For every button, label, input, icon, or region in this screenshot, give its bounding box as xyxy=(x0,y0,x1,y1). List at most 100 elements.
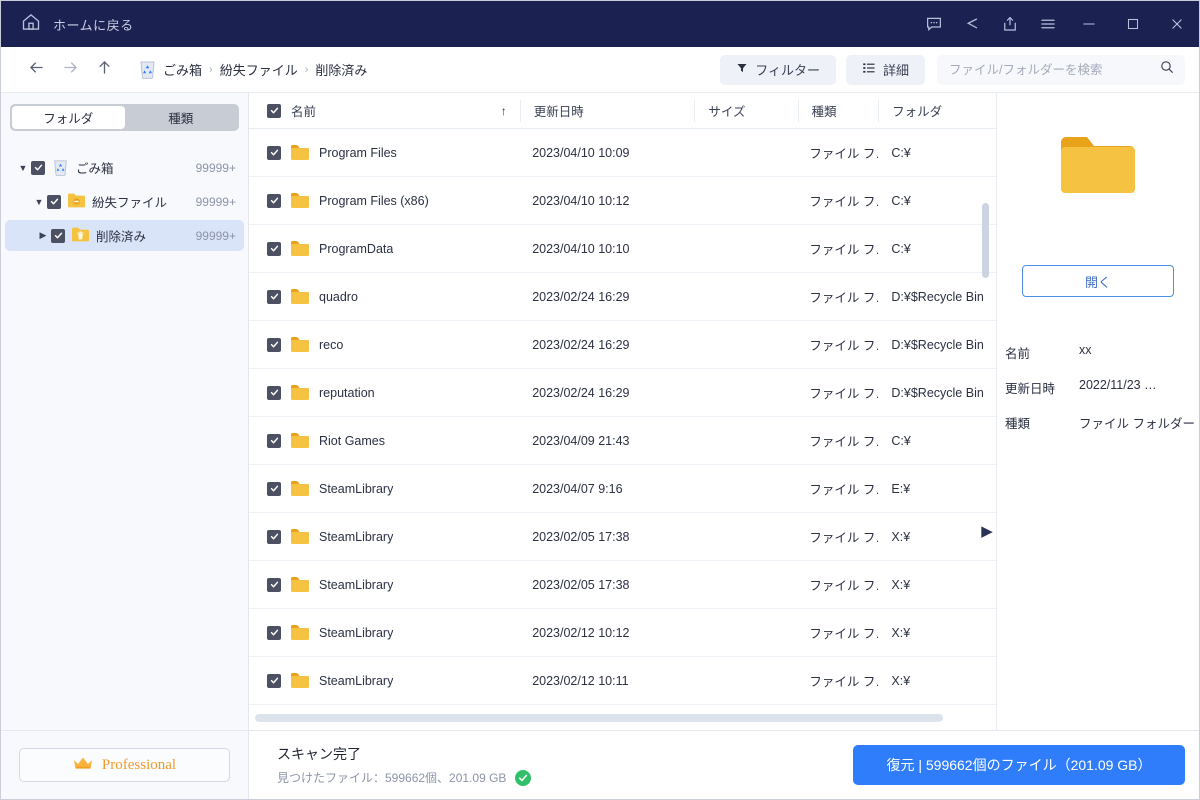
tree-checkbox[interactable] xyxy=(51,228,65,243)
preview-metadata: 名前 xx 更新日時 2022/11/23 … 種類 ファイル フォルダー xyxy=(997,297,1199,448)
file-folder: X:¥ xyxy=(891,577,911,592)
search-icon[interactable] xyxy=(1159,59,1175,80)
file-size-cell xyxy=(693,225,796,272)
file-folder-cell: D:¥$Recycle Bin xyxy=(878,273,996,320)
file-kind-cell: ファイル フ… xyxy=(796,657,878,704)
file-kind: ファイル フ… xyxy=(809,195,878,209)
details-button[interactable]: 詳細 xyxy=(845,54,925,85)
metadata-row: 名前 xx xyxy=(1005,343,1199,362)
tab-folder[interactable]: フォルダ xyxy=(12,106,125,129)
sort-asc-icon[interactable]: ↑ xyxy=(501,104,507,118)
file-folder: C:¥ xyxy=(891,433,911,448)
tree-item-label: ごみ箱 xyxy=(76,162,114,176)
row-checkbox[interactable] xyxy=(267,337,281,352)
up-button[interactable] xyxy=(87,53,121,87)
minimize-icon[interactable] xyxy=(1067,1,1111,47)
breadcrumb-item-0[interactable]: ごみ箱 xyxy=(163,60,202,79)
tree-item-lost-files[interactable]: ▼ 紛失ファイル 99999+ xyxy=(5,186,244,217)
column-header-kind[interactable]: 種類 xyxy=(797,99,879,122)
close-icon[interactable] xyxy=(1155,1,1199,47)
row-checkbox[interactable] xyxy=(267,289,281,304)
triangle-right-icon[interactable]: ▶ xyxy=(980,521,994,541)
file-date: 2023/02/05 17:38 xyxy=(532,577,630,592)
table-row[interactable]: SteamLibrary 2023/04/07 9:16 ファイル フ… E:¥ xyxy=(249,465,996,513)
file-name-cell: ProgramData xyxy=(267,225,519,272)
table-row[interactable]: reco 2023/02/24 16:29 ファイル フ… D:¥$Recycle B… xyxy=(249,321,996,369)
row-checkbox[interactable] xyxy=(267,625,281,640)
home-button[interactable]: ホームに戻る xyxy=(15,8,140,41)
horizontal-scrollbar-thumb[interactable] xyxy=(255,714,943,722)
file-folder: X:¥ xyxy=(891,673,911,688)
breadcrumb-item-2[interactable]: 削除済み xyxy=(315,60,367,79)
row-checkbox[interactable] xyxy=(267,433,281,448)
column-header-date[interactable]: 更新日時 xyxy=(519,99,695,122)
table-row[interactable]: reputation 2023/02/24 16:29 ファイル フ… D:¥$Rec… xyxy=(249,369,996,417)
file-kind-cell: ファイル フ… xyxy=(796,369,878,416)
row-checkbox[interactable] xyxy=(267,385,281,400)
file-date: 2023/02/12 10:12 xyxy=(532,625,630,640)
row-checkbox[interactable] xyxy=(267,577,281,592)
table-row[interactable]: ProgramData 2023/04/10 10:10 ファイル フ… C:¥ xyxy=(249,225,996,273)
file-date: 2023/04/07 9:16 xyxy=(532,481,623,496)
export-icon[interactable] xyxy=(991,1,1029,47)
file-folder-cell: C:¥ xyxy=(878,177,996,224)
row-checkbox[interactable] xyxy=(267,481,281,496)
row-checkbox[interactable] xyxy=(267,673,281,688)
file-folder: C:¥ xyxy=(891,193,911,208)
tree-item-recycle-bin[interactable]: ▼ ごみ箱 99999+ xyxy=(5,152,244,183)
menu-icon[interactable] xyxy=(1029,1,1067,47)
search-box[interactable] xyxy=(937,54,1185,85)
search-input[interactable] xyxy=(949,62,1159,77)
forward-button[interactable] xyxy=(53,53,87,87)
file-date: 2023/04/10 10:09 xyxy=(532,145,630,160)
file-folder: D:¥$Recycle Bin xyxy=(891,385,984,400)
tab-type[interactable]: 種類 xyxy=(125,106,238,129)
recover-button[interactable]: 復元 | 599662個のファイル（201.09 GB） xyxy=(853,745,1185,785)
row-checkbox[interactable] xyxy=(267,529,281,544)
file-folder: E:¥ xyxy=(891,481,911,496)
chevron-right-icon[interactable]: ▶ xyxy=(35,230,51,241)
home-icon xyxy=(21,12,41,37)
select-all-checkbox[interactable] xyxy=(267,103,281,118)
tree-item-deleted[interactable]: ▶ 削除済み 99999+ xyxy=(5,220,244,251)
breadcrumb-item-1[interactable]: 紛失ファイル xyxy=(220,60,298,79)
file-name: Program Files xyxy=(319,145,397,160)
tree-checkbox[interactable] xyxy=(47,194,61,209)
metadata-key: 名前 xyxy=(1005,347,1031,361)
folder-icon xyxy=(291,241,309,256)
table-row[interactable]: Program Files (x86) 2023/04/10 10:12 ファイル … xyxy=(249,177,996,225)
file-kind: ファイル フ… xyxy=(809,387,878,401)
professional-button[interactable]: Professional xyxy=(19,748,230,782)
table-row[interactable]: Program Files 2023/04/10 10:09 ファイル フ… C:¥ xyxy=(249,129,996,177)
back-button[interactable] xyxy=(19,53,53,87)
row-checkbox[interactable] xyxy=(267,241,281,256)
row-checkbox[interactable] xyxy=(267,193,281,208)
column-header-name[interactable]: 名前 ↑ xyxy=(267,100,520,122)
metadata-key: 更新日時 xyxy=(1005,382,1056,396)
chevron-down-icon[interactable]: ▼ xyxy=(15,163,31,173)
filter-button[interactable]: フィルター xyxy=(720,54,836,85)
scan-status-sub: 見つけたファイル：599662個、201.09 GB xyxy=(277,769,853,786)
file-kind-cell: ファイル フ… xyxy=(796,465,878,512)
vertical-scrollbar-thumb[interactable] xyxy=(982,203,989,278)
share-icon[interactable] xyxy=(953,1,991,47)
horizontal-scrollbar[interactable] xyxy=(255,714,964,722)
column-header-folder[interactable]: フォルダ xyxy=(878,99,996,122)
table-row[interactable]: SteamLibrary 2023/02/12 10:12 ファイル フ… X:¥ xyxy=(249,609,996,657)
tree-checkbox[interactable] xyxy=(31,160,45,175)
column-header-size[interactable]: サイズ xyxy=(694,99,797,122)
vertical-scrollbar[interactable] xyxy=(982,203,989,278)
maximize-icon[interactable] xyxy=(1111,1,1155,47)
table-row[interactable]: Riot Games 2023/04/09 21:43 ファイル フ… C:¥ xyxy=(249,417,996,465)
table-row[interactable]: SteamLibrary 2023/02/05 17:38 ファイル フ… X:¥ xyxy=(249,513,996,561)
file-date-cell: 2023/04/07 9:16 xyxy=(519,465,693,512)
table-row[interactable]: SteamLibrary 2023/02/12 10:11 ファイル フ… X:¥ xyxy=(249,657,996,705)
table-row[interactable]: SteamLibrary 2023/02/05 17:38 ファイル フ… X:¥ xyxy=(249,561,996,609)
open-button[interactable]: 開く xyxy=(1022,265,1174,297)
table-row[interactable]: quadro 2023/02/24 16:29 ファイル フ… D:¥$Recycle… xyxy=(249,273,996,321)
chevron-down-icon[interactable]: ▼ xyxy=(31,197,47,207)
file-folder-cell: X:¥ xyxy=(878,657,996,704)
row-checkbox[interactable] xyxy=(267,145,281,160)
file-name-cell: SteamLibrary xyxy=(267,609,519,656)
feedback-icon[interactable] xyxy=(915,1,953,47)
